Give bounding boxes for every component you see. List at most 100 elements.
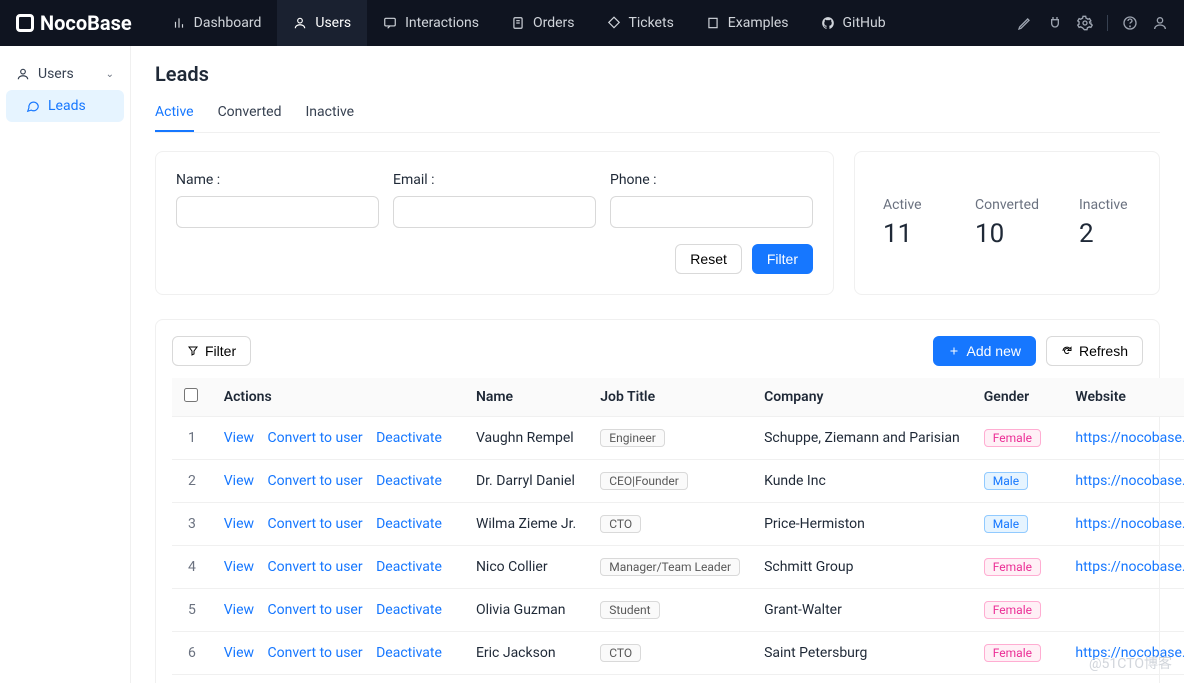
col-name: Name (464, 378, 588, 417)
tabs: Active Converted Inactive (155, 98, 1160, 133)
plugin-icon[interactable] (1047, 15, 1063, 31)
row-index: 6 (172, 632, 212, 675)
convert-link[interactable]: Convert to user (268, 430, 363, 446)
main-content: Leads Active Converted Inactive Name : E… (131, 46, 1184, 683)
convert-link[interactable]: Convert to user (268, 516, 363, 532)
stat-converted-label: Converted (975, 197, 1039, 213)
row-index: 5 (172, 589, 212, 632)
nav-tickets[interactable]: Tickets (591, 0, 690, 46)
tab-active[interactable]: Active (155, 98, 194, 132)
cell-company: Schmitt Group (752, 546, 972, 589)
col-company: Company (752, 378, 972, 417)
stat-active-label: Active (883, 197, 935, 213)
phone-input[interactable] (610, 196, 813, 228)
convert-link[interactable]: Convert to user (268, 645, 363, 661)
deactivate-link[interactable]: Deactivate (376, 645, 442, 661)
convert-link[interactable]: Convert to user (268, 473, 363, 489)
job-tag: Manager/Team Leader (600, 558, 740, 576)
row-index: 2 (172, 460, 212, 503)
deactivate-link[interactable]: Deactivate (376, 473, 442, 489)
refresh-label: Refresh (1079, 343, 1128, 359)
leads-table: Actions Name Job Title Company Gender We… (172, 378, 1184, 683)
table-row: 4 View Convert to user Deactivate Nico C… (172, 546, 1184, 589)
gear-icon[interactable] (1077, 15, 1093, 31)
table-filter-button[interactable]: Filter (172, 336, 251, 366)
cell-company: Grant-Walter (752, 589, 972, 632)
filter-button[interactable]: Filter (752, 244, 813, 274)
profile-icon[interactable] (1152, 15, 1168, 31)
table-row: 7 View Convert to user Deactivate Mildre… (172, 675, 1184, 683)
reset-button[interactable]: Reset (675, 244, 742, 274)
nav-interactions[interactable]: Interactions (367, 0, 495, 46)
convert-link[interactable]: Convert to user (268, 602, 363, 618)
deactivate-link[interactable]: Deactivate (376, 559, 442, 575)
brand-logo[interactable]: NocoBase (16, 11, 132, 35)
email-input[interactable] (393, 196, 596, 228)
website-link[interactable]: https://nocobase.com (1075, 516, 1184, 532)
deactivate-link[interactable]: Deactivate (376, 602, 442, 618)
tab-inactive[interactable]: Inactive (306, 98, 355, 132)
website-link[interactable]: https://nocobase.com (1075, 559, 1184, 575)
deactivate-link[interactable]: Deactivate (376, 516, 442, 532)
bar-chart-icon (172, 16, 186, 30)
tab-converted[interactable]: Converted (218, 98, 282, 132)
gender-tag: Female (984, 429, 1041, 447)
select-all-checkbox[interactable] (184, 388, 198, 402)
view-link[interactable]: View (224, 559, 254, 575)
add-new-button[interactable]: Add new (933, 336, 1035, 366)
cell-company: Kunde Inc (752, 460, 972, 503)
page-title: Leads (155, 62, 1160, 86)
refresh-button[interactable]: Refresh (1046, 336, 1143, 366)
sidebar-label: Leads (48, 98, 86, 114)
email-label: Email : (393, 172, 596, 188)
view-link[interactable]: View (224, 516, 254, 532)
filter-label: Filter (205, 343, 236, 359)
table-card: Filter Add new Refresh (155, 319, 1160, 683)
deactivate-link[interactable]: Deactivate (376, 430, 442, 446)
plus-icon (948, 345, 960, 357)
website-link[interactable]: https://nocobase.com (1075, 645, 1184, 661)
convert-link[interactable]: Convert to user (268, 559, 363, 575)
brand-name: NocoBase (40, 11, 132, 35)
table-row: 3 View Convert to user Deactivate Wilma … (172, 503, 1184, 546)
nav-dashboard[interactable]: Dashboard (156, 0, 278, 46)
job-tag: CTO (600, 644, 641, 662)
col-job-title: Job Title (588, 378, 752, 417)
comment-icon (383, 16, 397, 30)
website-link[interactable]: https://nocobase.com (1075, 473, 1184, 489)
sidebar-item-users[interactable]: Users ⌄ (6, 58, 124, 90)
nav-label: GitHub (843, 15, 886, 31)
col-actions: Actions (212, 378, 464, 417)
name-input[interactable] (176, 196, 379, 228)
nav-label: Users (315, 15, 351, 31)
view-link[interactable]: View (224, 602, 254, 618)
building-icon (706, 16, 720, 30)
gender-tag: Male (984, 515, 1028, 533)
nav-label: Interactions (405, 15, 479, 31)
sidebar-item-leads[interactable]: Leads (6, 90, 124, 122)
cell-company: Price-Hermiston (752, 503, 972, 546)
table-row: 2 View Convert to user Deactivate Dr. Da… (172, 460, 1184, 503)
nav-examples[interactable]: Examples (690, 0, 805, 46)
phone-label: Phone : (610, 172, 813, 188)
sidebar-label: Users (38, 66, 74, 82)
view-link[interactable]: View (224, 473, 254, 489)
sidebar: Users ⌄ Leads (0, 46, 131, 683)
help-icon[interactable] (1122, 15, 1138, 31)
row-index: 3 (172, 503, 212, 546)
nav-orders[interactable]: Orders (495, 0, 591, 46)
view-link[interactable]: View (224, 645, 254, 661)
view-link[interactable]: View (224, 430, 254, 446)
refresh-icon (1061, 345, 1073, 357)
nav-label: Dashboard (194, 15, 262, 31)
name-label: Name : (176, 172, 379, 188)
website-link[interactable]: https://nocobase.com (1075, 430, 1184, 446)
gender-tag: Female (984, 644, 1041, 662)
tag-icon (607, 16, 621, 30)
row-index: 7 (172, 675, 212, 683)
gender-tag: Female (984, 558, 1041, 576)
nav-users[interactable]: Users (277, 0, 367, 46)
job-tag: CTO (600, 515, 641, 533)
nav-github[interactable]: GitHub (805, 0, 902, 46)
pen-icon[interactable] (1017, 15, 1033, 31)
